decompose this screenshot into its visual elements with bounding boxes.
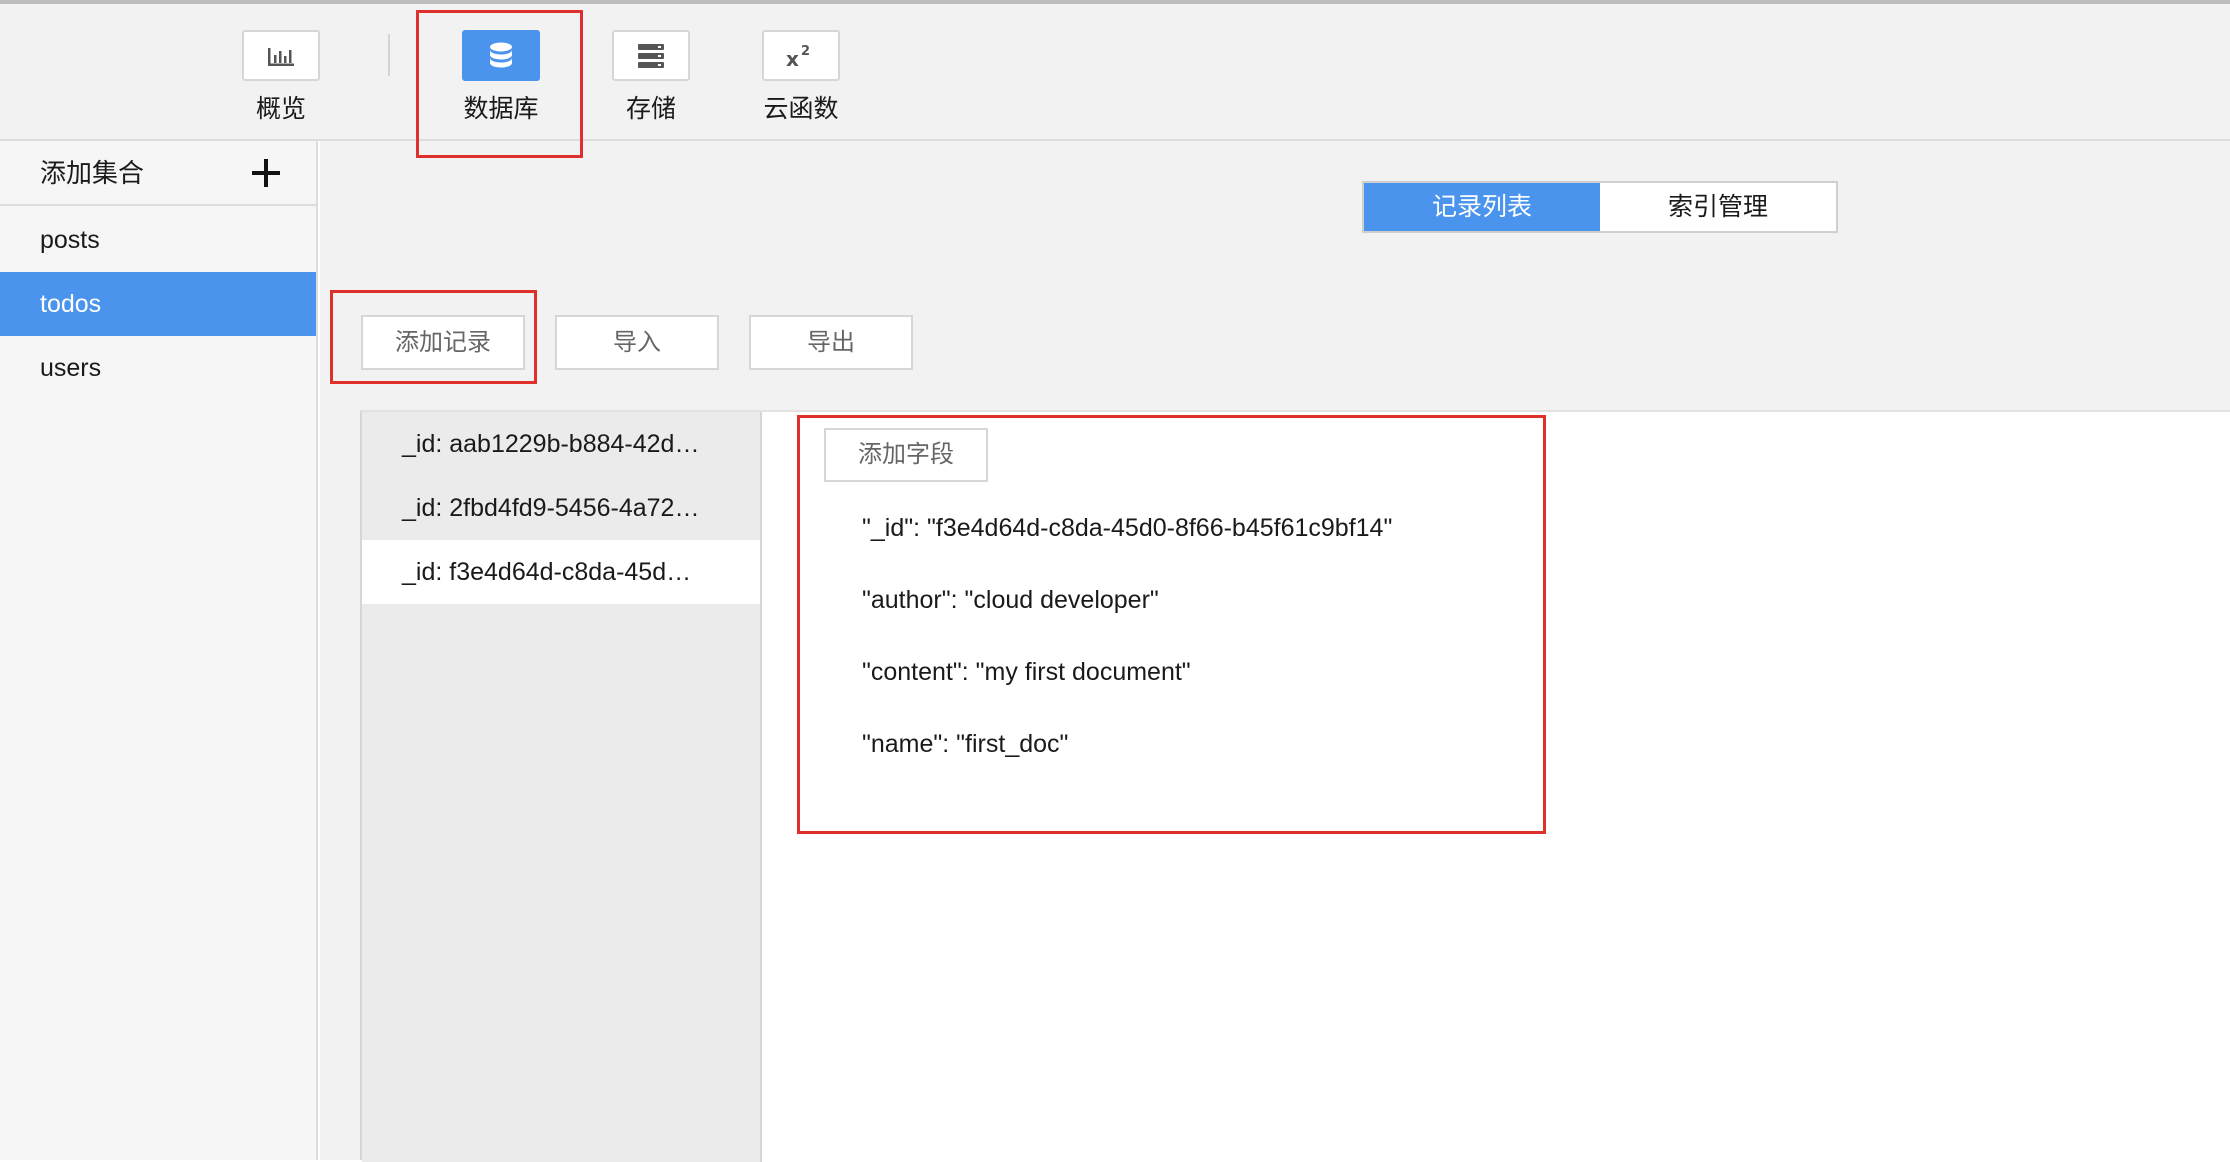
plus-icon[interactable] bbox=[252, 159, 280, 187]
sidebar-item-users[interactable]: users bbox=[0, 336, 316, 400]
storage-icon bbox=[612, 30, 690, 81]
record-list-item[interactable]: _id: 2fbd4fd9-5456-4a72… bbox=[362, 476, 760, 540]
view-tabs: 记录列表 索引管理 bbox=[1362, 181, 1838, 233]
collection-sidebar: 添加集合 posts todos users bbox=[0, 141, 318, 1160]
svg-text:x: x bbox=[786, 47, 799, 70]
top-toolbar: 概览 数据库 存储 x 2 云函数 bbox=[0, 4, 2230, 141]
annotation-box-database bbox=[416, 10, 583, 158]
tab-record-list[interactable]: 记录列表 bbox=[1364, 183, 1600, 231]
toolbar-divider bbox=[388, 34, 390, 76]
record-list: _id: aab1229b-b884-42d… _id: 2fbd4fd9-54… bbox=[362, 412, 762, 1162]
bar-chart-icon bbox=[242, 30, 320, 81]
toolbar-cloud-function[interactable]: x 2 云函数 bbox=[746, 30, 856, 130]
function-x2-icon: x 2 bbox=[762, 30, 840, 81]
svg-text:2: 2 bbox=[801, 44, 810, 59]
tab-index-management[interactable]: 索引管理 bbox=[1600, 183, 1836, 231]
toolbar-cloud-function-label: 云函数 bbox=[763, 95, 839, 123]
toolbar-storage-label: 存储 bbox=[625, 95, 676, 123]
sidebar-item-posts[interactable]: posts bbox=[0, 208, 316, 272]
sidebar-item-todos[interactable]: todos bbox=[0, 272, 316, 336]
annotation-box-record-detail bbox=[797, 415, 1546, 834]
toolbar-storage[interactable]: 存储 bbox=[596, 30, 706, 130]
record-list-item-selected[interactable]: _id: f3e4d64d-c8da-45d… bbox=[362, 540, 760, 604]
toolbar-overview[interactable]: 概览 bbox=[226, 30, 336, 130]
export-button[interactable]: 导出 bbox=[749, 315, 913, 370]
add-collection-row[interactable]: 添加集合 bbox=[0, 141, 316, 206]
add-collection-label: 添加集合 bbox=[40, 158, 145, 188]
record-list-item[interactable]: _id: aab1229b-b884-42d… bbox=[362, 412, 760, 476]
import-button[interactable]: 导入 bbox=[555, 315, 719, 370]
annotation-box-add-record bbox=[330, 290, 537, 384]
toolbar-overview-label: 概览 bbox=[255, 95, 306, 123]
